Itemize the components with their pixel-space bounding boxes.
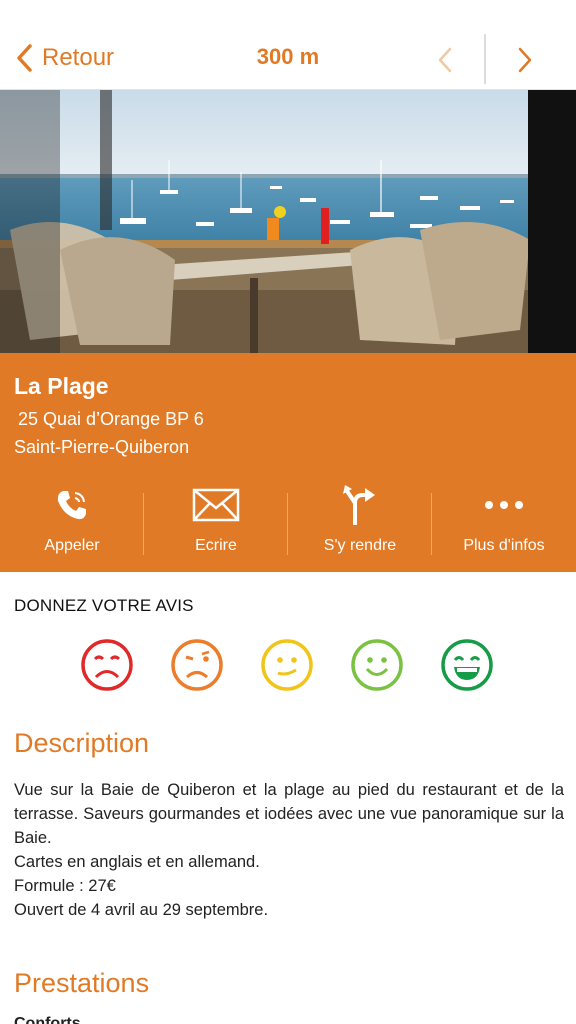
happy-face-icon[interactable] bbox=[350, 638, 404, 692]
description-paragraph: Ouvert de 4 avril au 29 septembre. bbox=[14, 901, 269, 919]
chevron-right-icon bbox=[518, 47, 532, 73]
envelope-icon bbox=[144, 485, 288, 525]
description-paragraph: Formule : 27€ bbox=[14, 877, 116, 895]
address-line-2: Saint-Pierre-Quiberon bbox=[14, 437, 190, 457]
restaurant-photo bbox=[0, 90, 576, 353]
description-title: Description bbox=[14, 728, 150, 758]
distance-value: 300 m bbox=[256, 44, 320, 69]
unhappy-face-icon[interactable] bbox=[170, 638, 224, 692]
next-item-button[interactable] bbox=[510, 40, 540, 80]
very-unhappy-face-icon[interactable] bbox=[80, 638, 134, 692]
more-info-button-label: Plus d'infos bbox=[463, 537, 545, 554]
place-info-panel: La Plage 25 Quai d’Orange BP 6 Saint-Pie… bbox=[0, 353, 576, 572]
previous-item-button[interactable] bbox=[430, 40, 460, 80]
neutral-face-icon[interactable] bbox=[260, 638, 314, 692]
action-bar: Appeler Ecrire S'y rendre Plus d'infos bbox=[0, 481, 576, 561]
call-button[interactable]: Appeler bbox=[0, 481, 144, 561]
address-line-1: 25 Quai d’Orange BP 6 bbox=[18, 409, 204, 429]
phone-icon bbox=[0, 485, 144, 525]
chevron-left-icon bbox=[17, 44, 32, 72]
description-paragraph: Vue sur la Baie de Quiberon et la plage … bbox=[14, 781, 564, 847]
directions-icon bbox=[288, 485, 432, 525]
nav-divider bbox=[484, 34, 486, 84]
description-paragraph: Cartes en anglais et en allemand. bbox=[14, 853, 260, 871]
write-button[interactable]: Ecrire bbox=[144, 481, 288, 561]
prestations-title: Prestations bbox=[14, 968, 150, 998]
chevron-left-icon bbox=[438, 47, 452, 73]
very-happy-face-icon[interactable] bbox=[440, 638, 494, 692]
place-name: La Plage bbox=[14, 373, 109, 399]
rating-options bbox=[80, 638, 500, 694]
more-info-button[interactable]: Plus d'infos bbox=[432, 481, 576, 561]
rating-title: DONNEZ VOTRE AVIS bbox=[14, 596, 194, 615]
description-body: Vue sur la Baie de Quiberon et la plage … bbox=[14, 778, 564, 922]
directions-button-label: S'y rendre bbox=[323, 537, 397, 554]
directions-button[interactable]: S'y rendre bbox=[288, 481, 432, 561]
back-button[interactable]: Retour bbox=[14, 38, 114, 78]
write-button-label: Ecrire bbox=[195, 537, 237, 554]
more-icon bbox=[432, 485, 576, 525]
top-navigation-bar: Retour 300 m bbox=[0, 0, 576, 90]
prestations-first-item: Conforts bbox=[14, 1015, 81, 1024]
call-button-label: Appeler bbox=[44, 537, 100, 554]
back-button-label: Retour bbox=[42, 44, 115, 71]
